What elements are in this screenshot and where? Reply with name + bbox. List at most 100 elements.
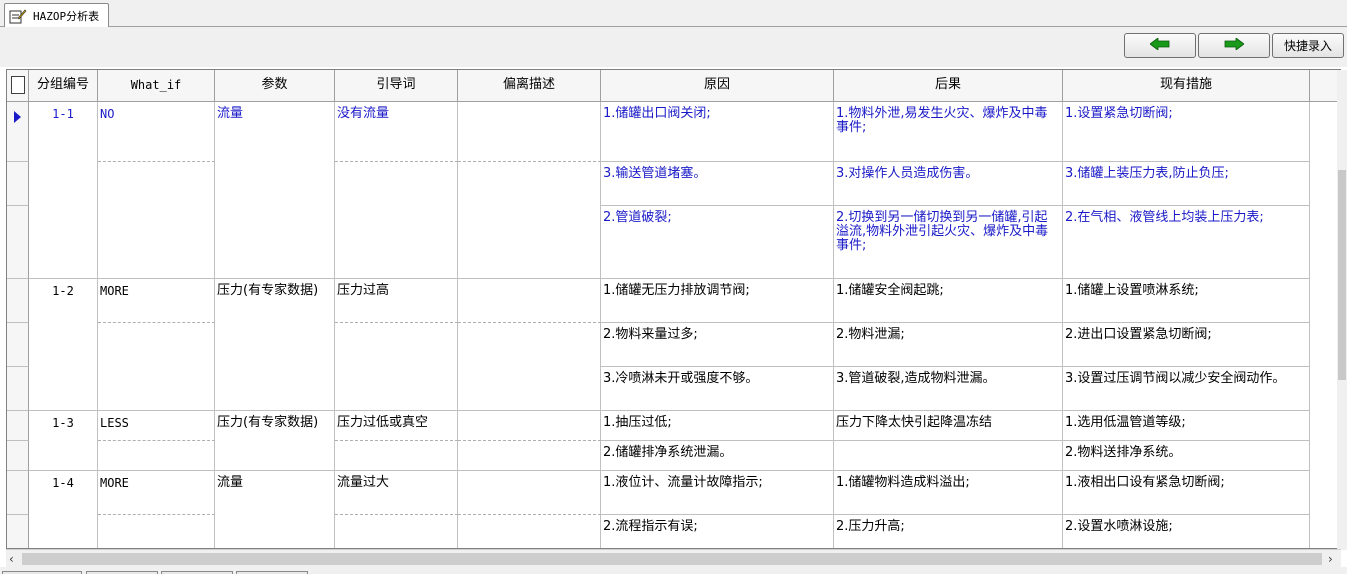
what-if-cell[interactable]: MORE [98,279,215,323]
parameter-cell[interactable]: 流量 [215,102,335,279]
consequence-cell[interactable]: 压力下降太快引起降温冻结 [834,411,1063,441]
group-id-cell[interactable]: 1-4 [29,471,98,548]
deviation-cell[interactable] [458,411,601,441]
parameter-cell[interactable]: 流量 [215,471,335,548]
measure-cell[interactable]: 1.液相出口设有紧急切断阀; [1063,471,1310,515]
what-if-cell-empty[interactable] [98,323,215,411]
measure-cell[interactable]: 2.进出口设置紧急切断阀; [1063,323,1310,367]
group-id-cell[interactable]: 1-3 [29,411,98,471]
row-header[interactable] [7,323,29,367]
what-if-cell-empty[interactable] [98,441,215,471]
consequence-cell[interactable]: 3.对操作人员造成伤害。 [834,162,1063,206]
consequence-cell[interactable]: 2.切换到另一储切换到另一储罐,引起溢流,物料外泄引起火灾、爆炸及中毒事件; [834,206,1063,279]
column-header-guide-word[interactable]: 引导词 [335,70,458,102]
row-header[interactable] [7,441,29,471]
toolbar: 快捷录入 [0,27,1347,67]
deviation-cell[interactable] [458,102,601,162]
cause-cell[interactable]: 1.储罐出口阀关闭; [601,102,834,162]
guide-word-cell-empty[interactable] [335,162,458,279]
consequence-cell[interactable]: 2.物料泄漏; [834,323,1063,367]
row-header[interactable] [7,162,29,206]
deviation-cell-empty[interactable] [458,323,601,411]
row-header[interactable] [7,279,29,323]
parameter-cell[interactable]: 压力(有专家数据) [215,411,335,471]
deviation-cell[interactable] [458,471,601,515]
previous-button[interactable] [1124,33,1196,58]
deviation-cell-empty[interactable] [458,162,601,279]
measure-cell[interactable]: 2.物料送排净系统。 [1063,441,1310,471]
tab-hazop-analysis[interactable]: HAZOP分析表 [4,3,109,28]
cause-cell[interactable]: 2.储罐排净系统泄漏。 [601,441,834,471]
arrow-right-icon [1224,36,1245,54]
row-header-selected[interactable] [7,102,29,162]
measure-cell[interactable]: 2.在气相、液管线上均装上压力表; [1063,206,1310,279]
group-id-cell[interactable]: 1-2 [29,279,98,411]
consequence-cell[interactable] [834,441,1063,471]
column-header-parameter[interactable]: 参数 [215,70,335,102]
guide-word-cell[interactable]: 压力过高 [335,279,458,323]
consequence-cell[interactable]: 1.储罐安全阀起跳; [834,279,1063,323]
quick-entry-button[interactable]: 快捷录入 [1272,33,1344,58]
column-header-cause[interactable]: 原因 [601,70,834,102]
row-header[interactable] [7,367,29,411]
guide-word-cell[interactable]: 流量过大 [335,471,458,515]
cause-cell[interactable]: 1.液位计、流量计故障指示; [601,471,834,515]
hazop-grid[interactable]: 分组编号 What_if 参数 引导词 偏离描述 原因 后果 现有措施 1-1 … [6,69,1341,549]
guide-word-cell[interactable]: 压力过低或真空 [335,411,458,441]
quick-entry-label: 快捷录入 [1283,39,1332,53]
measure-cell[interactable]: 1.储罐上设置喷淋系统; [1063,279,1310,323]
cause-cell[interactable]: 3.冷喷淋未开或强度不够。 [601,367,834,411]
row-header[interactable] [7,515,29,548]
horizontal-scrollbar[interactable]: ‹ › [6,549,1341,567]
current-row-icon [14,111,21,123]
edit-document-icon [9,8,27,24]
scroll-right-icon[interactable]: › [1328,552,1333,566]
cause-cell[interactable]: 2.管道破裂; [601,206,834,279]
what-if-cell[interactable]: MORE [98,471,215,515]
select-all-corner[interactable] [7,70,29,102]
measure-cell[interactable]: 1.设置紧急切断阀; [1063,102,1310,162]
scroll-left-icon[interactable]: ‹ [9,552,14,566]
consequence-cell[interactable]: 1.物料外泄,易发生火灾、爆炸及中毒事件; [834,102,1063,162]
cause-cell[interactable]: 3.输送管道堵塞。 [601,162,834,206]
cause-cell[interactable]: 2.物料来量过多; [601,323,834,367]
deviation-cell-empty[interactable] [458,515,601,548]
what-if-cell-empty[interactable] [98,515,215,548]
bottom-tab-strip [0,567,1347,574]
what-if-cell[interactable]: LESS [98,411,215,441]
parameter-cell[interactable]: 压力(有专家数据) [215,279,335,411]
consequence-cell[interactable]: 1.储罐物料造成料溢出; [834,471,1063,515]
horizontal-scroll-thumb[interactable] [22,553,1322,565]
cause-cell[interactable]: 1.储罐无压力排放调节阀; [601,279,834,323]
row-header[interactable] [7,411,29,441]
tab-strip: HAZOP分析表 [0,0,1347,28]
group-id-cell[interactable]: 1-1 [29,102,98,279]
consequence-cell[interactable]: 2.压力升高; [834,515,1063,548]
measure-cell[interactable]: 1.选用低温管道等级; [1063,411,1310,441]
column-header-deviation[interactable]: 偏离描述 [458,70,601,102]
tab-label: HAZOP分析表 [33,10,100,23]
what-if-cell-empty[interactable] [98,162,215,279]
row-header[interactable] [7,471,29,515]
guide-word-cell-empty[interactable] [335,323,458,411]
guide-word-cell[interactable]: 没有流量 [335,102,458,162]
vertical-scroll-thumb[interactable] [1338,170,1346,380]
deviation-cell[interactable] [458,279,601,323]
deviation-cell-empty[interactable] [458,441,601,471]
column-header-what-if[interactable]: What_if [98,70,215,102]
what-if-cell[interactable]: NO [98,102,215,162]
row-header[interactable] [7,206,29,279]
guide-word-cell-empty[interactable] [335,441,458,471]
column-header-measures[interactable]: 现有措施 [1063,70,1310,102]
cause-cell[interactable]: 1.抽压过低; [601,411,834,441]
measure-cell[interactable]: 3.储罐上装压力表,防止负压; [1063,162,1310,206]
vertical-scrollbar[interactable] [1337,70,1347,550]
guide-word-cell-empty[interactable] [335,515,458,548]
column-header-group-id[interactable]: 分组编号 [29,70,98,102]
measure-cell[interactable]: 2.设置水喷淋设施; [1063,515,1310,548]
measure-cell[interactable]: 3.设置过压调节阀以减少安全阀动作。 [1063,367,1310,411]
cause-cell[interactable]: 2.流程指示有误; [601,515,834,548]
consequence-cell[interactable]: 3.管道破裂,造成物料泄漏。 [834,367,1063,411]
next-button[interactable] [1198,33,1270,58]
column-header-consequence[interactable]: 后果 [834,70,1063,102]
